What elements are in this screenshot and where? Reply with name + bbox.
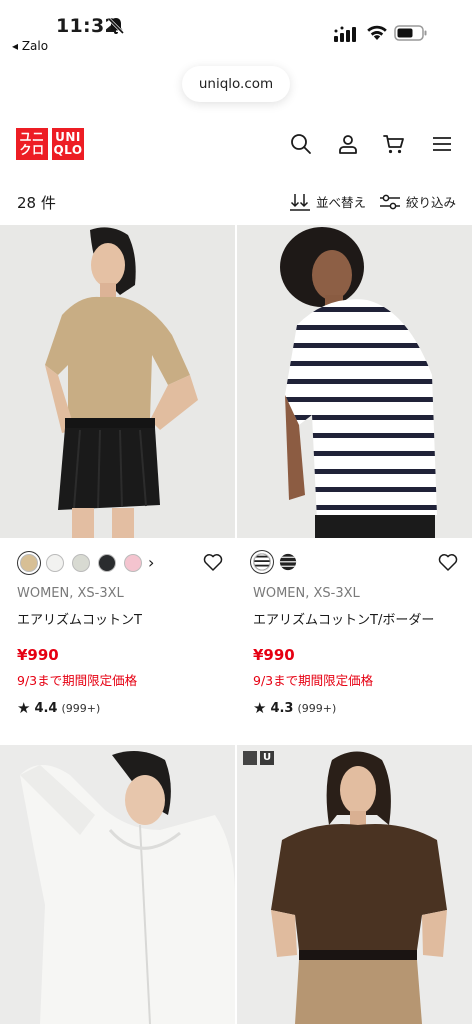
color-swatch[interactable] bbox=[46, 553, 64, 572]
cart-icon[interactable] bbox=[382, 132, 406, 156]
color-swatches bbox=[253, 553, 297, 571]
back-to-app-link[interactable]: ◂ Zalo bbox=[12, 39, 48, 53]
product-card[interactable]: WOMEN, XS-3XL エアリズムコットンT ¥990 9/3まで期間限定価… bbox=[17, 586, 227, 717]
product-card[interactable]: WOMEN, XS-3XL エアリズムコットンT/ボーダー ¥990 9/3まで… bbox=[253, 586, 468, 717]
u-label: U bbox=[260, 751, 274, 765]
product-category: WOMEN, XS-3XL bbox=[253, 586, 360, 601]
color-swatches: › bbox=[20, 553, 154, 572]
rating-score: 4.3 bbox=[270, 700, 294, 716]
star-icon: ★ bbox=[253, 699, 267, 717]
promo-text: 9/3まで期間限定価格 bbox=[253, 673, 374, 688]
model-photo-beige-tee bbox=[0, 225, 235, 538]
product-rating: ★ 4.3 (999+) bbox=[253, 699, 468, 717]
product-image[interactable]: U bbox=[237, 745, 472, 1024]
color-swatch[interactable] bbox=[20, 553, 38, 572]
status-bar: 11:32 ◂ Zalo bbox=[0, 0, 472, 60]
model-photo-brown-tee bbox=[237, 745, 472, 1024]
bell-muted-icon bbox=[108, 17, 124, 35]
product-image[interactable] bbox=[0, 225, 235, 538]
address-bar[interactable]: uniqlo.com bbox=[182, 66, 290, 102]
filter-button[interactable]: 絞り込み bbox=[380, 192, 456, 211]
uniqlo-mini-logo bbox=[243, 751, 257, 765]
sort-label: 並べ替え bbox=[316, 195, 367, 210]
favorite-heart-icon[interactable] bbox=[203, 553, 223, 571]
color-swatch[interactable] bbox=[124, 553, 142, 572]
color-swatch[interactable] bbox=[253, 553, 271, 571]
color-swatch[interactable] bbox=[98, 553, 116, 572]
promo-text: 9/3まで期間限定価格 bbox=[17, 673, 138, 688]
star-icon: ★ bbox=[17, 699, 31, 717]
battery-icon bbox=[394, 25, 427, 41]
product-image[interactable] bbox=[0, 745, 235, 1024]
account-icon[interactable] bbox=[336, 132, 360, 156]
product-price: ¥990 bbox=[253, 646, 295, 664]
product-name: エアリズムコットンT/ボーダー bbox=[253, 613, 435, 628]
filter-label: 絞り込み bbox=[406, 195, 457, 210]
logo-block-latin: UNI QLO bbox=[52, 128, 84, 160]
product-category: WOMEN, XS-3XL bbox=[17, 586, 124, 601]
wifi-icon bbox=[367, 25, 387, 40]
color-swatch[interactable] bbox=[72, 553, 90, 572]
review-count: (999+) bbox=[61, 701, 101, 715]
more-colors-icon[interactable]: › bbox=[148, 553, 154, 572]
filter-icon bbox=[380, 194, 400, 209]
logo-block-katakana: ユニ クロ bbox=[16, 128, 48, 160]
model-photo-white-jacket bbox=[0, 745, 235, 1024]
product-image[interactable] bbox=[237, 225, 472, 538]
sort-button[interactable]: 並べ替え bbox=[290, 192, 366, 211]
product-rating: ★ 4.4 (999+) bbox=[17, 699, 227, 717]
uniqlo-u-badge: U bbox=[243, 751, 274, 765]
result-count: 28 件 bbox=[17, 194, 56, 212]
sort-icon bbox=[290, 193, 310, 211]
cellular-signal-icon bbox=[334, 26, 356, 42]
color-swatch[interactable] bbox=[279, 553, 297, 571]
favorite-heart-icon[interactable] bbox=[438, 553, 458, 571]
uniqlo-logo[interactable]: ユニ クロ UNI QLO bbox=[16, 128, 84, 160]
product-price: ¥990 bbox=[17, 646, 59, 664]
review-count: (999+) bbox=[297, 701, 337, 715]
menu-icon[interactable] bbox=[430, 132, 454, 156]
model-photo-striped-tee bbox=[237, 225, 472, 538]
search-icon[interactable] bbox=[289, 132, 313, 156]
product-name: エアリズムコットンT bbox=[17, 613, 142, 628]
rating-score: 4.4 bbox=[34, 700, 58, 716]
